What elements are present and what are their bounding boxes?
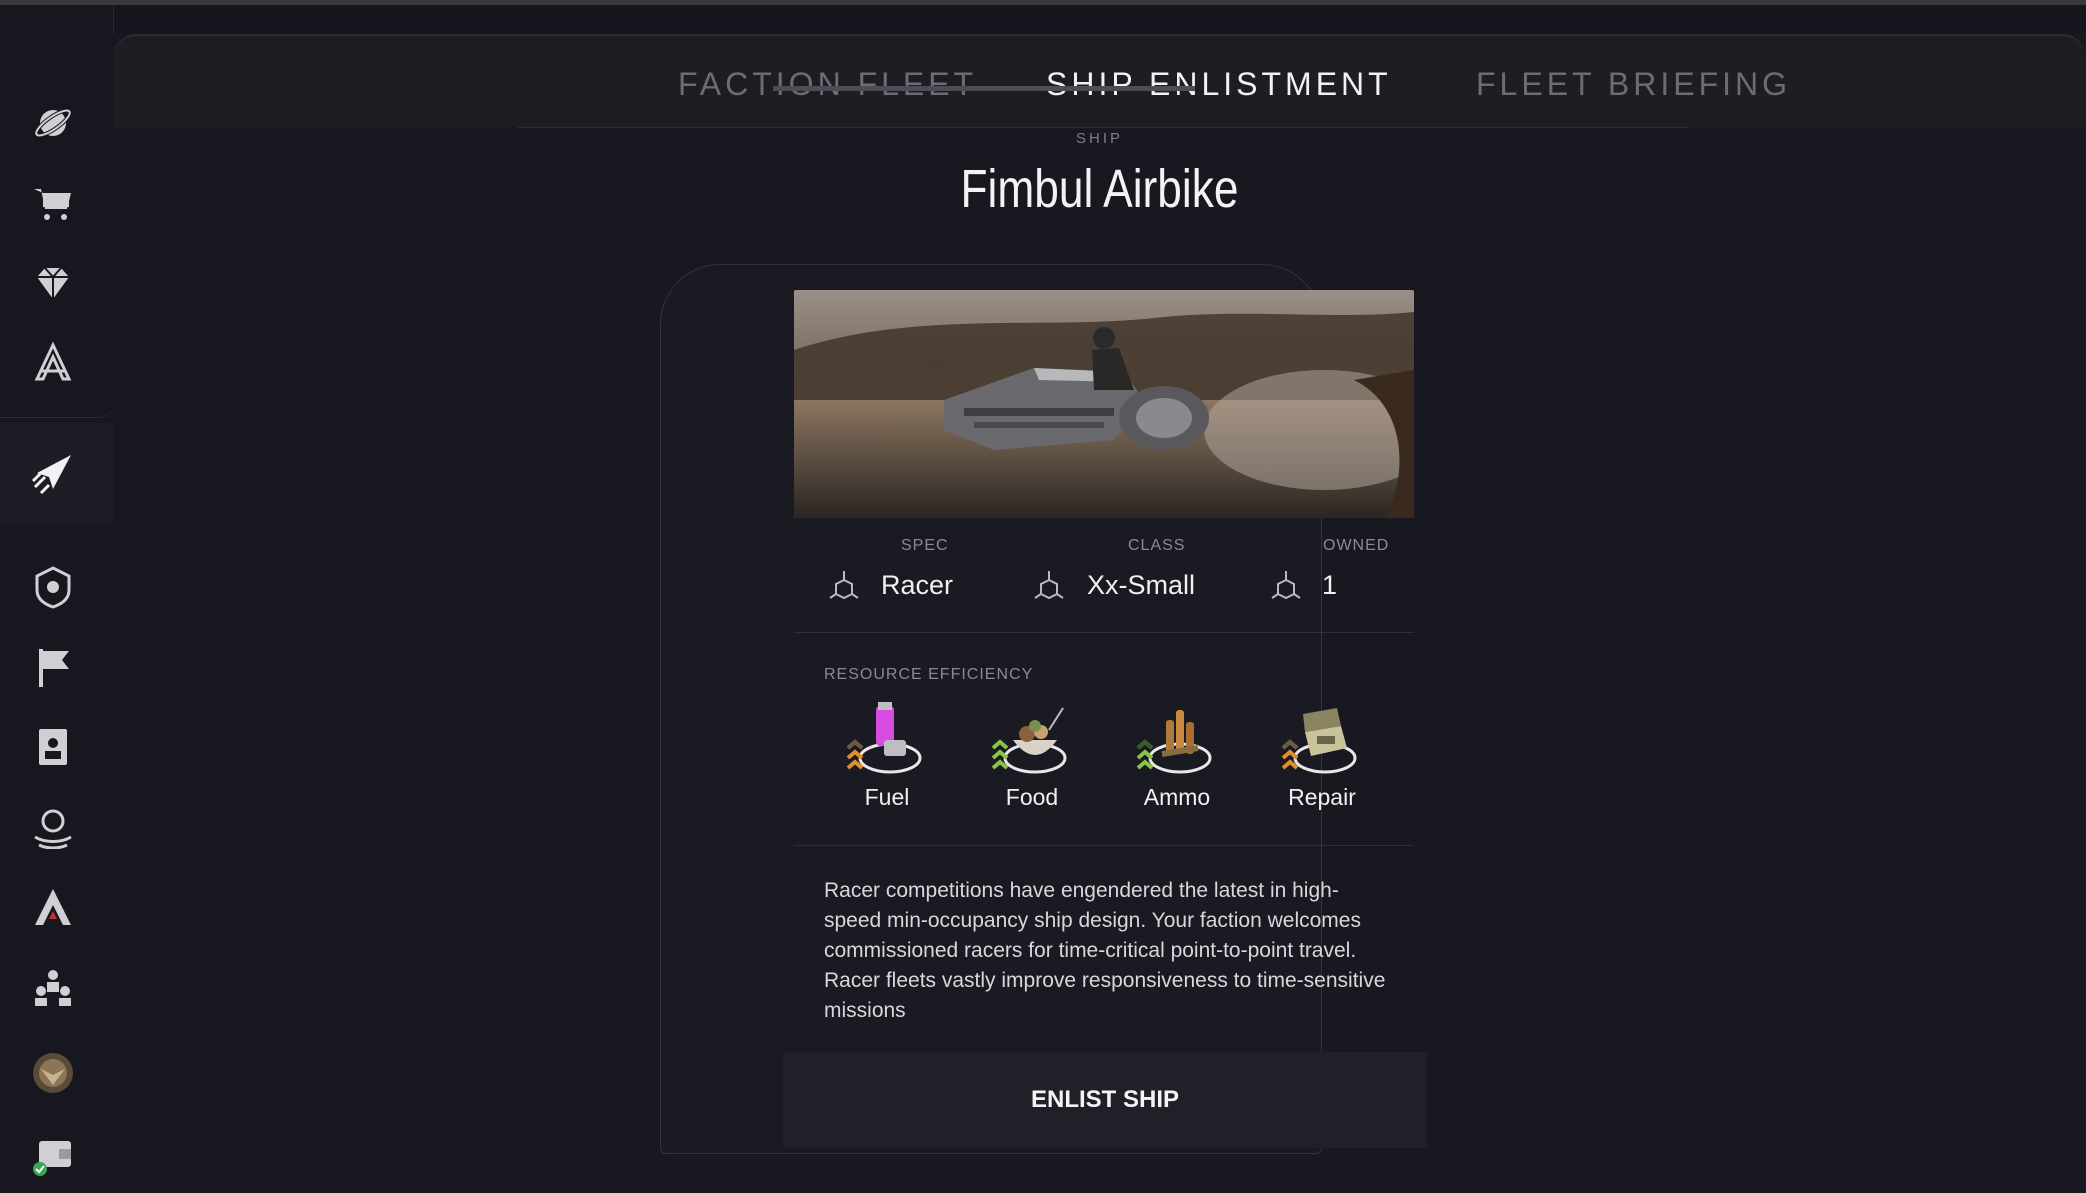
tab-ship-enlistment[interactable]: SHIP ENLISTMENT: [1046, 66, 1392, 103]
badge-icon[interactable]: [25, 559, 81, 615]
crew-icon[interactable]: [25, 959, 81, 1015]
repair-label: Repair: [1288, 784, 1356, 810]
spec-ship-icon: [829, 571, 859, 600]
ship-image: [794, 290, 1414, 518]
diamond-icon[interactable]: [25, 255, 81, 311]
ammo-rounds-icon: [1136, 710, 1212, 774]
flag-icon[interactable]: [25, 639, 81, 695]
class-ship-icon: [1034, 571, 1064, 600]
tab-fleet-briefing[interactable]: FLEET BRIEFING: [1476, 66, 1791, 103]
sidebar: [0, 5, 114, 1193]
wallet-icon[interactable]: [25, 1127, 81, 1183]
enlist-ship-button[interactable]: ENLIST SHIP: [783, 1052, 1427, 1148]
class-value: Xx-Small: [1087, 570, 1196, 600]
resources-divider: [794, 845, 1414, 846]
faction-emblem-icon[interactable]: [25, 335, 81, 391]
faction-logo-icon[interactable]: [25, 879, 81, 935]
owned-value: 1: [1322, 570, 1338, 600]
ship-description: Racer competitions have engendered the l…: [824, 879, 1386, 1022]
spec-value: Racer: [881, 570, 954, 600]
food-bowl-icon: [991, 707, 1067, 774]
header-bar: FACTION FLEET SHIP ENLISTMENT FLEET BRIE…: [113, 34, 2086, 128]
resource-fuel: Fuel: [832, 700, 942, 811]
fuel-label: Fuel: [864, 784, 910, 810]
tab-faction-fleet[interactable]: FACTION FLEET: [678, 66, 977, 103]
resource-efficiency-title: RESOURCE EFFICIENCY: [824, 666, 1034, 683]
repair-kit-icon: [1281, 708, 1357, 774]
active-tab-underline: [773, 86, 1195, 91]
fleet-ship-icon[interactable]: [25, 445, 81, 501]
tab-bar: FACTION FLEET SHIP ENLISTMENT FLEET BRIE…: [518, 36, 1787, 128]
planet-icon[interactable]: [25, 95, 81, 151]
top-border: [0, 0, 2086, 5]
stats-divider: [794, 632, 1414, 633]
resource-food: Food: [977, 700, 1087, 811]
resource-ammo: Ammo: [1122, 700, 1232, 811]
owned-ship-icon: [1271, 571, 1301, 600]
ship-title: Fimbul Airbike: [960, 159, 1239, 219]
class-label: CLASS: [1128, 537, 1186, 554]
food-label: Food: [1005, 784, 1059, 810]
resource-repair: Repair: [1267, 700, 1377, 811]
spec-label: SPEC: [901, 537, 949, 554]
ship-caption: SHIP: [1075, 130, 1123, 147]
fuel-canister-icon: [846, 702, 922, 774]
contract-icon[interactable]: [25, 719, 81, 775]
owned-label: OWNED: [1323, 537, 1390, 554]
ammo-label: Ammo: [1143, 784, 1211, 810]
avatar-icon[interactable]: [25, 1045, 81, 1101]
guild-icon[interactable]: [25, 799, 81, 855]
cart-icon[interactable]: [25, 175, 81, 231]
